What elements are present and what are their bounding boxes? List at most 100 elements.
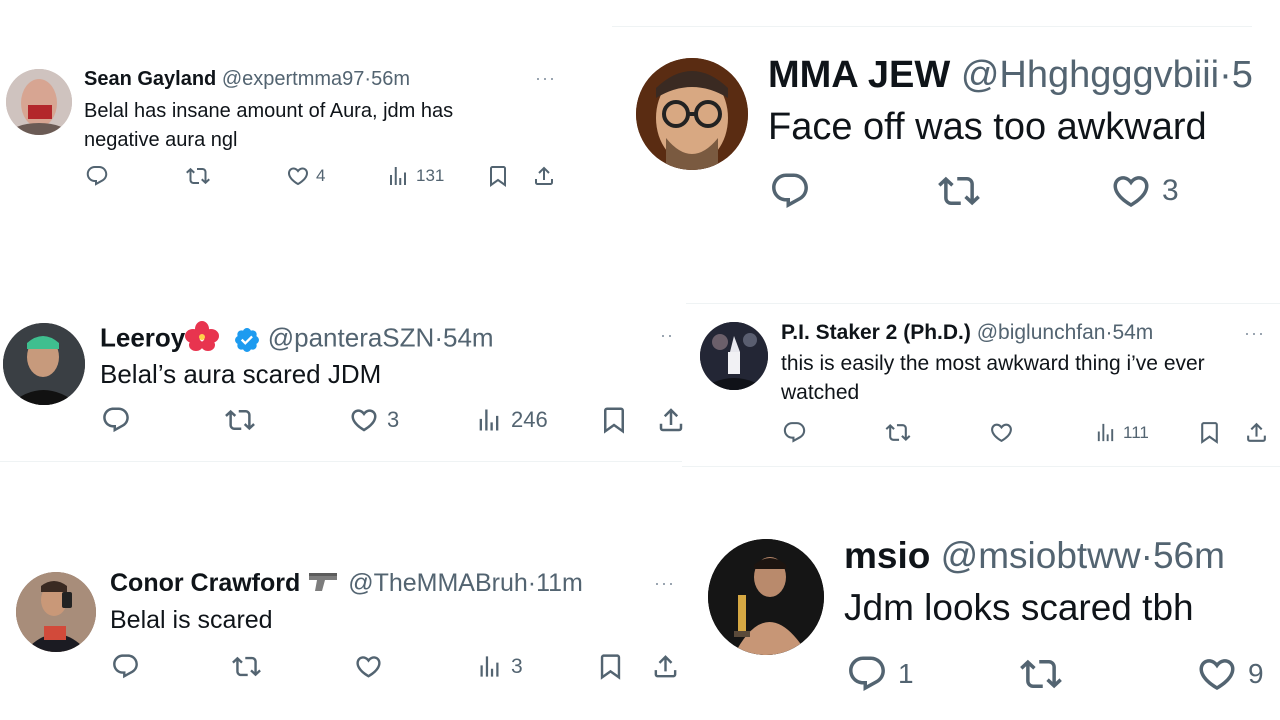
reply-icon — [101, 405, 131, 435]
author-handle[interactable]: @Hhghgggvbiii — [961, 54, 1219, 96]
views-icon — [1094, 420, 1117, 445]
more-options-icon[interactable]: ··· — [1244, 323, 1265, 344]
bookmark-icon — [1197, 420, 1222, 445]
share-button[interactable] — [656, 405, 686, 435]
divider — [612, 26, 1252, 27]
more-options-icon[interactable]: ··· — [535, 68, 556, 89]
share-button[interactable] — [532, 164, 556, 188]
timestamp[interactable]: 54m — [1112, 321, 1153, 344]
bookmark-button[interactable] — [596, 652, 625, 681]
share-button[interactable] — [651, 652, 680, 681]
avatar[interactable] — [16, 572, 96, 652]
more-options-icon[interactable]: ·· — [660, 325, 674, 346]
reply-icon — [846, 653, 888, 695]
author-name[interactable]: P.I. Staker 2 (Ph.D.) — [781, 321, 971, 344]
reply-button[interactable] — [85, 164, 109, 188]
author-handle[interactable]: @TheMMABruh — [348, 569, 528, 597]
avatar[interactable] — [708, 539, 824, 655]
reply-button[interactable] — [101, 405, 131, 435]
retweet-icon — [1018, 653, 1064, 695]
hibiscus-emoji — [185, 321, 220, 358]
author-name[interactable]: Leeroy — [100, 322, 185, 352]
tweet-text: Jdm looks scared tbh — [844, 587, 1194, 628]
reply-button[interactable] — [782, 420, 807, 445]
like-button[interactable]: 4 — [286, 164, 325, 188]
author-name[interactable]: Sean Gayland — [84, 68, 216, 90]
timestamp[interactable]: 56m — [371, 68, 410, 90]
retweet-button[interactable] — [938, 170, 980, 212]
tweet-mma-jew[interactable]: MMA JEW @Hhghgggvbiii·5 Face off was too… — [612, 28, 1280, 228]
avatar[interactable] — [636, 58, 748, 170]
author-name[interactable]: msio — [844, 535, 930, 576]
timestamp[interactable]: 5 — [1232, 54, 1253, 96]
tweet-text: Belal’s aura scared JDM — [100, 359, 382, 389]
avatar[interactable] — [700, 322, 768, 390]
retweet-button[interactable] — [885, 420, 911, 445]
like-count: 4 — [316, 166, 326, 185]
separator: · — [1219, 54, 1232, 96]
timestamp[interactable]: 56m — [1153, 535, 1225, 576]
retweet-icon — [186, 164, 210, 188]
views-button[interactable]: 111 — [1094, 420, 1149, 445]
timestamp[interactable]: 11m — [536, 569, 583, 597]
more-options-icon[interactable]: ··· — [654, 573, 675, 594]
bookmark-icon — [596, 652, 625, 681]
divider — [682, 466, 1280, 467]
author-name[interactable]: MMA JEW — [768, 54, 950, 96]
tweet-text: this is easily the most awkward thing i’… — [781, 352, 1205, 404]
share-icon — [1244, 420, 1269, 445]
view-count: 111 — [1123, 422, 1149, 442]
avatar[interactable] — [6, 69, 72, 135]
retweet-button[interactable] — [186, 164, 210, 188]
reply-button[interactable]: 1 — [846, 653, 914, 695]
author-name[interactable]: Conor Crawford — [110, 569, 300, 597]
retweet-button[interactable] — [224, 405, 256, 435]
share-button[interactable] — [1244, 420, 1269, 445]
divider — [0, 461, 682, 462]
timestamp[interactable]: 54m — [443, 322, 494, 352]
separator: · — [527, 569, 537, 598]
author-handle[interactable]: @biglunchfan — [977, 321, 1106, 344]
tweet-msio[interactable]: msio @msiobtww·56m Jdm looks scared tbh … — [686, 520, 1280, 720]
bookmark-button[interactable] — [1197, 420, 1222, 445]
like-button[interactable] — [354, 652, 383, 681]
views-button[interactable]: 131 — [386, 164, 444, 188]
retweet-button[interactable] — [1018, 653, 1064, 695]
tweet-text: Face off was too awkward — [768, 106, 1207, 148]
views-button[interactable]: 246 — [475, 405, 548, 435]
author-handle[interactable]: @msiobtww — [941, 535, 1141, 576]
author-handle[interactable]: @panteraSZN — [268, 322, 435, 352]
tweet-pi-staker[interactable]: P.I. Staker 2 (Ph.D.) @biglunchfan·54m ·… — [686, 305, 1280, 465]
like-count: 3 — [387, 407, 400, 432]
heart-icon — [354, 652, 383, 681]
divider — [686, 303, 1280, 304]
author-handle[interactable]: @expertmma97 — [222, 68, 365, 90]
retweet-button[interactable] — [231, 652, 262, 681]
verified-badge-icon[interactable] — [233, 326, 261, 354]
like-button[interactable]: 3 — [349, 405, 399, 435]
bookmark-button[interactable] — [486, 164, 510, 188]
heart-icon — [349, 405, 379, 435]
avatar[interactable] — [3, 323, 85, 405]
views-icon — [475, 405, 503, 435]
bookmark-icon — [599, 405, 629, 435]
views-icon — [386, 164, 410, 188]
share-icon — [656, 405, 686, 435]
like-button[interactable]: 9 — [1196, 653, 1264, 695]
bookmark-icon — [486, 164, 510, 188]
reply-count: 1 — [898, 658, 914, 689]
tweet-header: Conor Crawford @TheMMABruh·11m — [110, 569, 583, 600]
view-count: 131 — [416, 166, 445, 185]
like-button[interactable] — [989, 420, 1014, 445]
tweet-leeroy[interactable]: Leeroy @panteraSZN·54m ·· Belal’s aura s… — [0, 305, 686, 460]
tweet-header: msio @msiobtww·56m — [844, 535, 1225, 577]
tweet-conor-crawford[interactable]: Conor Crawford @TheMMABruh·11m ··· Belal… — [0, 555, 686, 720]
separator: · — [1140, 535, 1153, 576]
like-button[interactable]: 3 — [1110, 170, 1179, 212]
views-button[interactable]: 3 — [476, 652, 523, 681]
bookmark-button[interactable] — [599, 405, 629, 435]
reply-button[interactable] — [111, 652, 140, 681]
tweet-sean-gayland[interactable]: Sean Gayland @expertmma97·56m ··· Belal … — [0, 40, 600, 215]
reply-button[interactable] — [769, 170, 811, 212]
pistol-emoji — [307, 569, 341, 600]
